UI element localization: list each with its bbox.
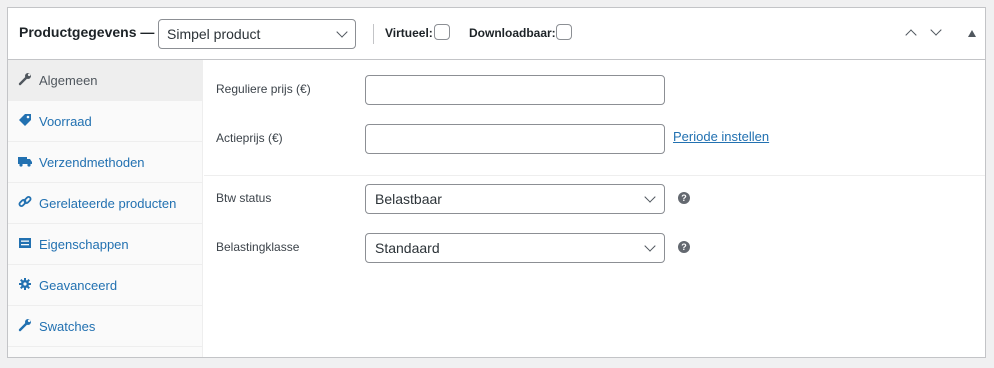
tab-label: Verzendmethoden xyxy=(39,155,145,170)
tab-swatches[interactable]: Swatches xyxy=(8,306,202,347)
gear-icon xyxy=(18,277,32,291)
product-type-value: Simpel product xyxy=(167,26,261,42)
help-icon[interactable]: ? xyxy=(678,241,690,253)
tab-attributes[interactable]: Eigenschappen xyxy=(8,224,202,265)
tax-status-label: Btw status xyxy=(216,191,272,205)
downloadable-checkbox[interactable] xyxy=(556,24,572,40)
move-down-button[interactable] xyxy=(926,24,946,44)
tax-status-value: Belastbaar xyxy=(375,191,442,207)
tab-general[interactable]: Algemeen xyxy=(8,60,202,101)
tab-inventory[interactable]: Voorraad xyxy=(8,101,202,142)
tax-class-value: Standaard xyxy=(375,240,440,256)
link-icon xyxy=(18,195,32,209)
tab-label: Eigenschappen xyxy=(39,237,129,252)
schedule-sale-link[interactable]: Periode instellen xyxy=(673,129,769,144)
tab-advanced[interactable]: Geavanceerd xyxy=(8,265,202,306)
truck-icon xyxy=(18,154,32,168)
tab-label: Swatches xyxy=(39,319,96,334)
help-icon[interactable]: ? xyxy=(678,192,690,204)
general-tab-content: Reguliere prijs (€) Actieprijs (€) Perio… xyxy=(204,60,985,357)
tab-shipping[interactable]: Verzendmethoden xyxy=(8,142,202,183)
tab-label: Gerelateerde producten xyxy=(39,196,177,211)
sale-price-input[interactable] xyxy=(365,124,665,154)
downloadable-label: Downloadbaar: xyxy=(469,26,556,40)
panel-header: Productgegevens — Simpel product Virtuee… xyxy=(8,8,985,60)
regular-price-label: Reguliere prijs (€) xyxy=(216,82,311,96)
section-divider xyxy=(204,175,985,176)
product-data-panel: Productgegevens — Simpel product Virtuee… xyxy=(7,7,986,358)
regular-price-input[interactable] xyxy=(365,75,665,105)
product-type-select[interactable]: Simpel product xyxy=(158,19,356,49)
chevron-up-icon xyxy=(905,29,917,41)
tab-label: Geavanceerd xyxy=(39,278,118,293)
virtual-checkbox[interactable] xyxy=(434,24,450,40)
wrench-icon xyxy=(18,318,32,332)
list-icon xyxy=(18,236,32,250)
tax-status-select[interactable]: Belastbaar xyxy=(365,184,665,214)
virtual-label: Virtueel: xyxy=(385,26,433,40)
tab-label: Voorraad xyxy=(39,114,92,129)
panel-title: Productgegevens — xyxy=(19,24,155,40)
wrench-icon xyxy=(18,72,32,86)
header-divider xyxy=(373,24,374,44)
move-up-button[interactable] xyxy=(901,24,921,44)
tax-class-label: Belastingklasse xyxy=(216,240,300,254)
toggle-panel-button[interactable] xyxy=(962,24,982,44)
chevron-down-icon xyxy=(930,24,942,36)
tag-icon xyxy=(18,113,32,127)
triangle-up-icon xyxy=(968,30,976,37)
tax-class-select[interactable]: Standaard xyxy=(365,233,665,263)
chevron-down-icon xyxy=(644,240,656,252)
chevron-down-icon xyxy=(336,26,348,38)
tab-label: Algemeen xyxy=(39,73,98,88)
chevron-down-icon xyxy=(644,191,656,203)
tab-linked-products[interactable]: Gerelateerde producten xyxy=(8,183,202,224)
sale-price-label: Actieprijs (€) xyxy=(216,131,283,145)
product-data-tabs: Algemeen Voorraad Verzendmethoden Gerela… xyxy=(8,60,203,357)
